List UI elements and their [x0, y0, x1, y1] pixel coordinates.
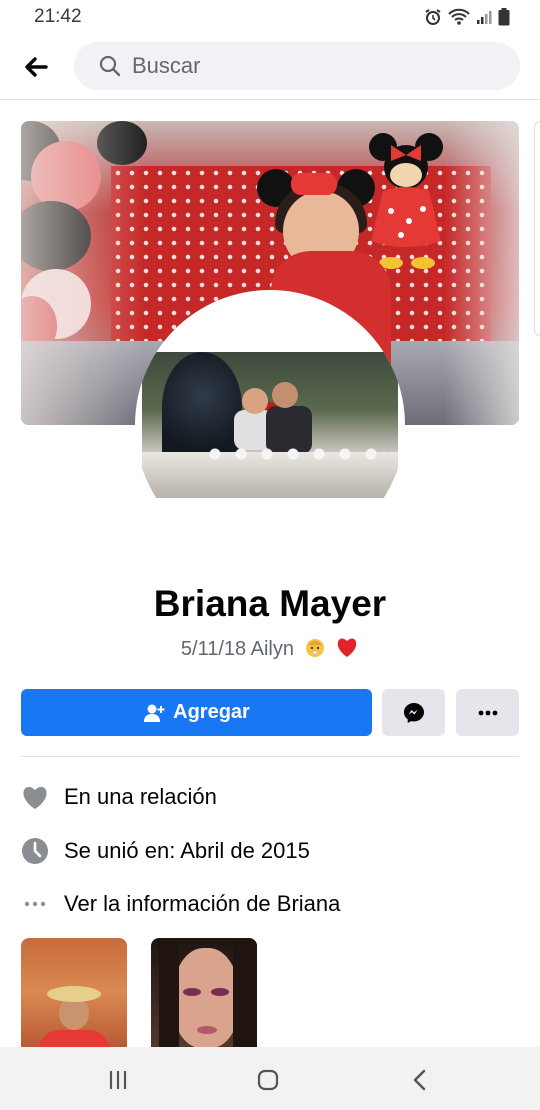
search-input[interactable]: Buscar	[74, 42, 520, 90]
info-relationship: En una relación	[21, 782, 519, 812]
back-button[interactable]	[22, 52, 52, 82]
joined-text: Se unió en: Abril de 2015	[64, 838, 310, 863]
status-icons	[424, 8, 510, 26]
recents-button[interactable]	[103, 1065, 133, 1095]
profile-bio: 5/11/18 Ailyn	[0, 636, 540, 661]
back-icon	[413, 1069, 426, 1091]
search-icon	[99, 55, 121, 77]
more-dots-icon	[478, 710, 497, 715]
add-friend-icon	[144, 704, 165, 722]
message-button[interactable]	[382, 689, 445, 736]
signal-icon	[477, 11, 492, 24]
status-bar: 21:42	[0, 0, 540, 34]
more-options-button[interactable]	[456, 689, 519, 736]
battery-icon	[498, 8, 510, 26]
ellipsis-icon	[21, 890, 49, 918]
photo-thumbnail[interactable]	[151, 938, 257, 1058]
system-nav-bar	[0, 1047, 540, 1110]
bio-text: 5/11/18 Ailyn	[180, 638, 294, 660]
search-placeholder: Buscar	[132, 53, 201, 78]
system-back-button[interactable]	[405, 1065, 435, 1095]
add-friend-label: Agregar	[173, 701, 250, 723]
profile-name: Briana Mayer	[153, 583, 387, 624]
clock-icon	[21, 837, 49, 865]
see-about-link[interactable]: Ver la información de Briana	[21, 889, 519, 919]
heart-icon	[21, 783, 49, 811]
profile-picture[interactable]	[135, 290, 405, 560]
recents-icon	[109, 1071, 127, 1089]
wifi-icon	[448, 8, 470, 25]
search-header: Buscar	[0, 34, 540, 100]
minnie-decoration	[369, 133, 443, 269]
info-joined: Se unió en: Abril de 2015	[21, 836, 519, 866]
see-about-text: Ver la información de Briana	[64, 891, 341, 916]
photo-thumbnail[interactable]	[21, 938, 127, 1058]
relationship-text: En una relación	[64, 784, 217, 809]
alarm-icon	[425, 9, 441, 25]
home-button[interactable]	[253, 1065, 283, 1095]
arrow-left-icon	[25, 57, 48, 77]
section-divider	[21, 756, 519, 757]
baby-emoji	[305, 639, 324, 657]
messenger-icon	[403, 702, 424, 723]
profile-photo	[142, 352, 398, 498]
status-time: 21:42	[34, 6, 82, 27]
add-friend-button[interactable]: Agregar	[21, 689, 372, 736]
heart-emoji	[337, 638, 357, 657]
cover-edge-hint	[534, 121, 540, 336]
home-icon	[257, 1069, 279, 1091]
